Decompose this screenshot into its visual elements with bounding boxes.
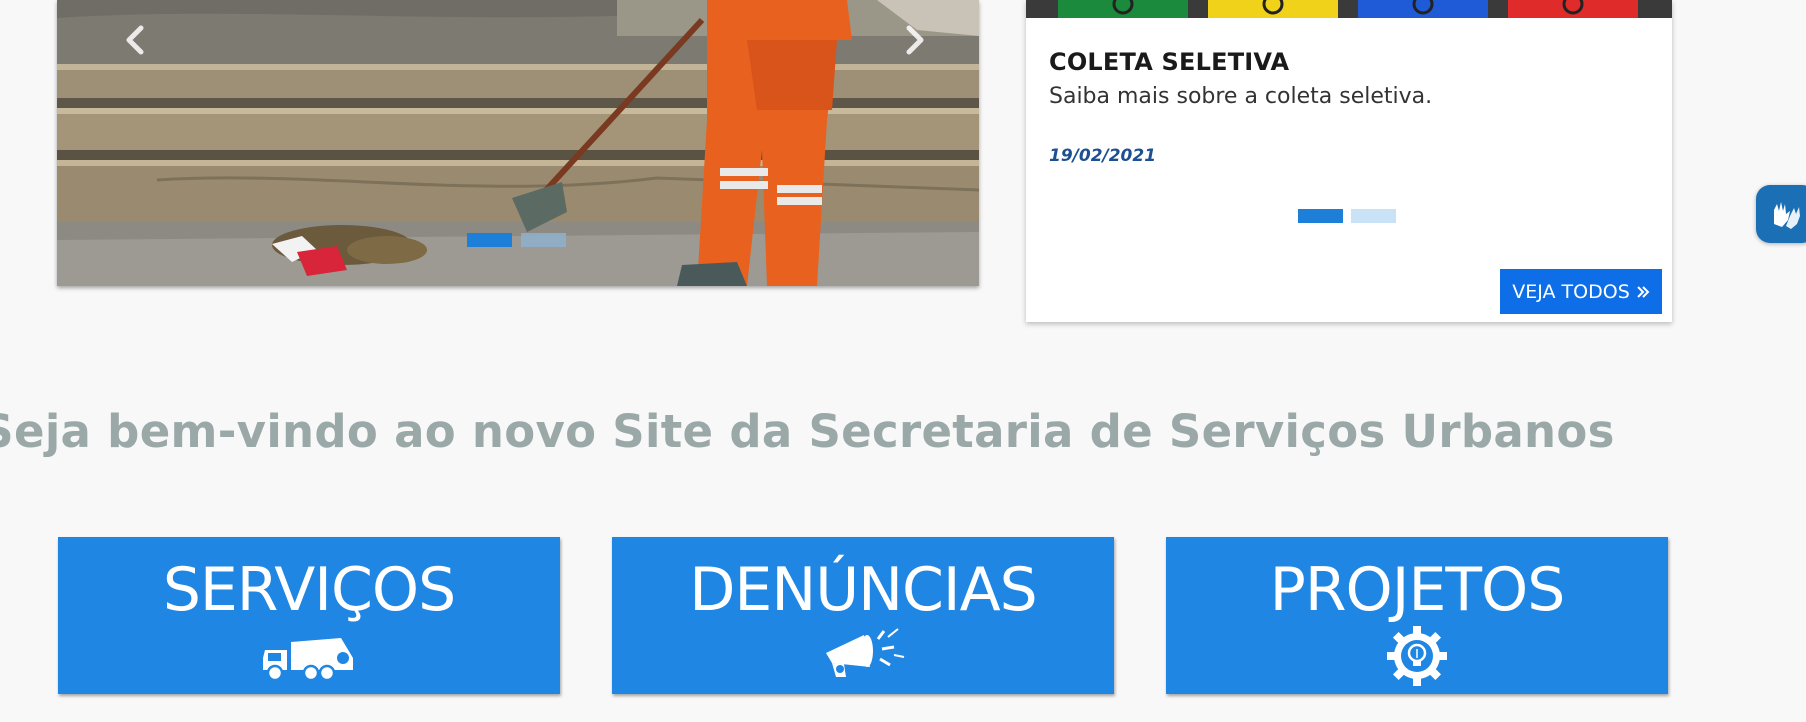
megaphone-icon — [826, 628, 905, 677]
welcome-heading-text: Seja bem-vindo ao novo Site da Secretari… — [0, 405, 1615, 458]
news-title[interactable]: COLETA SELETIVA — [1049, 48, 1289, 76]
hero-carousel[interactable] — [57, 0, 979, 286]
recycling-bins-image — [1026, 0, 1672, 18]
tile-projetos[interactable]: PROJETOS — [1166, 537, 1668, 694]
news-indicator-2[interactable] — [1351, 209, 1396, 223]
carousel-indicator-2[interactable] — [521, 233, 566, 247]
garbage-truck-icon — [263, 638, 353, 682]
carousel-indicator-1[interactable] — [467, 233, 512, 247]
gear-lightbulb-icon — [1387, 626, 1447, 686]
news-card: COLETA SELETIVA Saiba mais sobre a colet… — [1026, 0, 1672, 322]
news-indicator-1[interactable] — [1298, 209, 1343, 223]
news-indicators — [1298, 209, 1396, 223]
news-date: 19/02/2021 — [1049, 146, 1157, 166]
chevron-left-icon — [126, 25, 144, 55]
chevron-right-icon — [906, 25, 924, 55]
carousel-next-button[interactable] — [895, 20, 935, 60]
carousel-prev-button[interactable] — [115, 20, 155, 60]
veja-todos-label: VEJA TODOS — [1512, 280, 1630, 303]
carousel-indicators — [467, 233, 566, 247]
libras-accessibility-button[interactable] — [1756, 185, 1806, 243]
tile-servicos[interactable]: SERVIÇOS — [58, 537, 560, 694]
news-description[interactable]: Saiba mais sobre a coleta seletiva. — [1049, 84, 1432, 109]
sign-language-hands-icon — [1774, 202, 1800, 229]
welcome-heading: Seja bem-vindo ao novo Site da Secretari… — [0, 405, 1806, 458]
tile-projetos-label: PROJETOS — [1269, 555, 1566, 625]
veja-todos-button[interactable]: VEJA TODOS — [1500, 269, 1662, 314]
double-chevron-right-icon — [1637, 285, 1650, 298]
tile-denuncias[interactable]: DENÚNCIAS — [612, 537, 1114, 694]
tile-denuncias-label: DENÚNCIAS — [689, 555, 1038, 625]
tile-servicos-label: SERVIÇOS — [162, 555, 456, 625]
